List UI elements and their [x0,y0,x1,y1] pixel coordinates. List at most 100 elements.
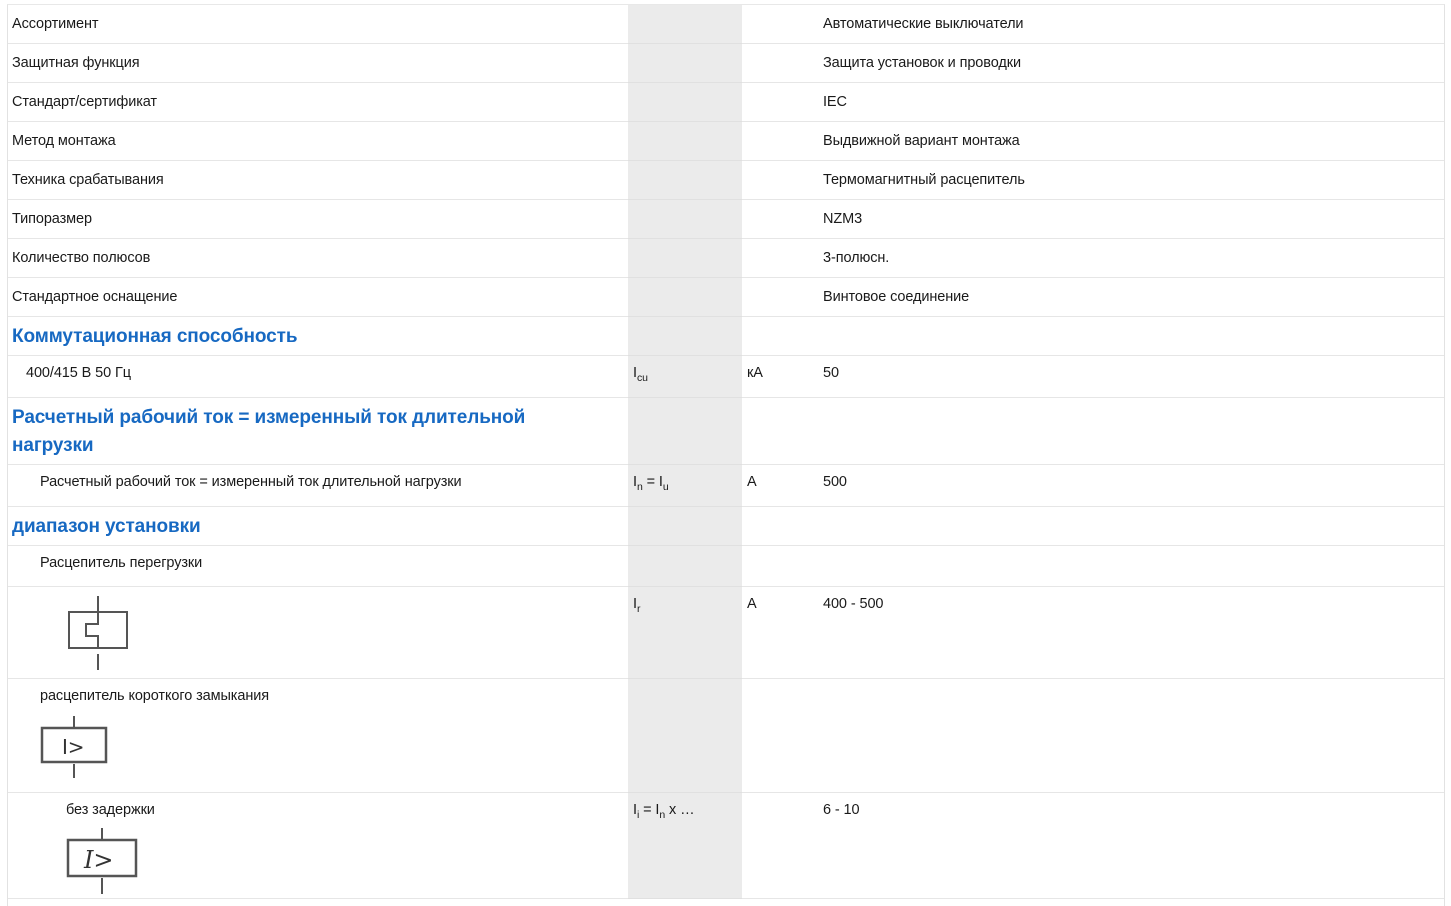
row-label: Стандартное оснащение [8,277,628,317]
section-row: Коммутационная способность [8,316,1444,356]
value-cell [818,545,1444,587]
unit-cell [742,678,818,793]
row-value: Винтовое соединение [818,277,1444,317]
symbol-tail: x … [665,802,695,818]
table-row: Стандартное оснащение Винтовое соединени… [8,277,1444,317]
table-row: Защитная функция Защита установок и пров… [8,43,1444,83]
symbol-cell [628,121,742,161]
row-value: 400 - 500 [818,586,1444,679]
spec-table-frame: Ассортимент Автоматические выключатели З… [7,4,1445,906]
symbol-cell [628,160,742,200]
table-row: Стандарт/сертификат IEC [8,82,1444,122]
row-label: 400/415 В 50 Гц [8,355,628,398]
table-row: Техника срабатывания Термомагнитный расц… [8,160,1444,200]
symbol-cell [628,199,742,239]
symbol-sub: cu [636,372,648,384]
symbol-cell [628,43,742,83]
unit-cell [742,238,818,278]
symbol-eq: = [642,474,659,490]
symbol-cell [628,397,742,465]
symbol-cell: Ir [628,586,742,679]
symbol-cell [628,238,742,278]
symbol-b-sub: u [662,481,669,493]
table-row: расцепитель короткого замыкания I> [8,678,1444,793]
table-row: Типоразмер NZM3 [8,199,1444,239]
value-cell [818,678,1444,793]
row-label: Расцепитель перегрузки [8,545,628,587]
instant-release-icon: I> [66,828,138,894]
icon-text: I> [62,735,84,759]
unit-cell [742,121,818,161]
row-value: 3-полюсн. [818,238,1444,278]
table-row: Метод монтажа Выдвижной вариант монтажа [8,121,1444,161]
unit-cell: кА [742,355,818,398]
section-heading-switching: Коммутационная способность [8,316,628,356]
unit-cell [742,545,818,587]
unit-cell [742,277,818,317]
unit-cell [742,792,818,899]
thermal-overload-icon [68,596,128,670]
unit-cell [742,316,818,356]
table-row: 400/415 В 50 Гц Icu кА 50 [8,355,1444,398]
row-label: Типоразмер [8,199,628,239]
symbol-cell: Icu [628,355,742,398]
unit-cell [742,43,818,83]
row-value: Защита установок и проводки [818,43,1444,83]
table-row: Ассортимент Автоматические выключатели [8,5,1444,44]
symbol-eq: = [639,802,656,818]
row-value: Автоматические выключатели [818,5,1444,44]
unit-cell [742,506,818,546]
table-row: Расчетный рабочий ток = измеренный ток д… [8,464,1444,507]
row-value: IEC [818,82,1444,122]
row-label: Количество полюсов [8,238,628,278]
symbol-cell: Ii = In x … [628,792,742,899]
symbol-cell [628,5,742,44]
unit-cell [742,82,818,122]
table-row: Расцепитель перегрузки [8,545,1444,587]
unit-cell [742,397,818,465]
row-label: Техника срабатывания [8,160,628,200]
icon-cell [8,586,628,679]
row-label: расцепитель короткого замыкания I> [8,678,628,793]
symbol-cell [628,316,742,356]
section-row: диапазон установки [8,506,1444,546]
row-label: Защитная функция [8,43,628,83]
unit-cell [742,5,818,44]
section-heading-rated-current: Расчетный рабочий ток = измеренный ток д… [8,397,628,465]
row-value: 500 [818,464,1444,507]
value-cell [818,397,1444,465]
unit-cell: A [742,464,818,507]
row-value: NZM3 [818,199,1444,239]
row-value: 6 - 10 [818,792,1444,899]
symbol-cell [628,82,742,122]
table-row: Количество полюсов 3-полюсн. [8,238,1444,278]
spec-table: Ассортимент Автоматические выключатели З… [8,5,1444,899]
no-delay-label: без задержки [66,802,155,818]
symbol-cell [628,678,742,793]
symbol-cell [628,277,742,317]
icon-text: I> [83,846,113,874]
row-value: Термомагнитный расцепитель [818,160,1444,200]
symbol-cell [628,506,742,546]
unit-cell [742,199,818,239]
row-label: Стандарт/сертификат [8,82,628,122]
value-cell [818,506,1444,546]
row-label: Метод монтажа [8,121,628,161]
short-circuit-label: расцепитель короткого замыкания [40,688,269,704]
row-value: Выдвижной вариант монтажа [818,121,1444,161]
row-label: Ассортимент [8,5,628,44]
symbol-cell [628,545,742,587]
row-value: 50 [818,355,1444,398]
row-label: без задержки I> [8,792,628,899]
table-row: без задержки I> Ii = In x … 6 - 10 [8,792,1444,899]
symbol-sub: r [636,603,641,615]
row-label: Расчетный рабочий ток = измеренный ток д… [8,464,628,507]
unit-cell [742,160,818,200]
section-row: Расчетный рабочий ток = измеренный ток д… [8,397,1444,465]
table-row: Ir A 400 - 500 [8,586,1444,679]
symbol-cell: In = Iu [628,464,742,507]
unit-cell: A [742,586,818,679]
section-heading-setting-range: диапазон установки [8,506,628,546]
short-circuit-release-icon: I> [40,716,108,778]
value-cell [818,316,1444,356]
